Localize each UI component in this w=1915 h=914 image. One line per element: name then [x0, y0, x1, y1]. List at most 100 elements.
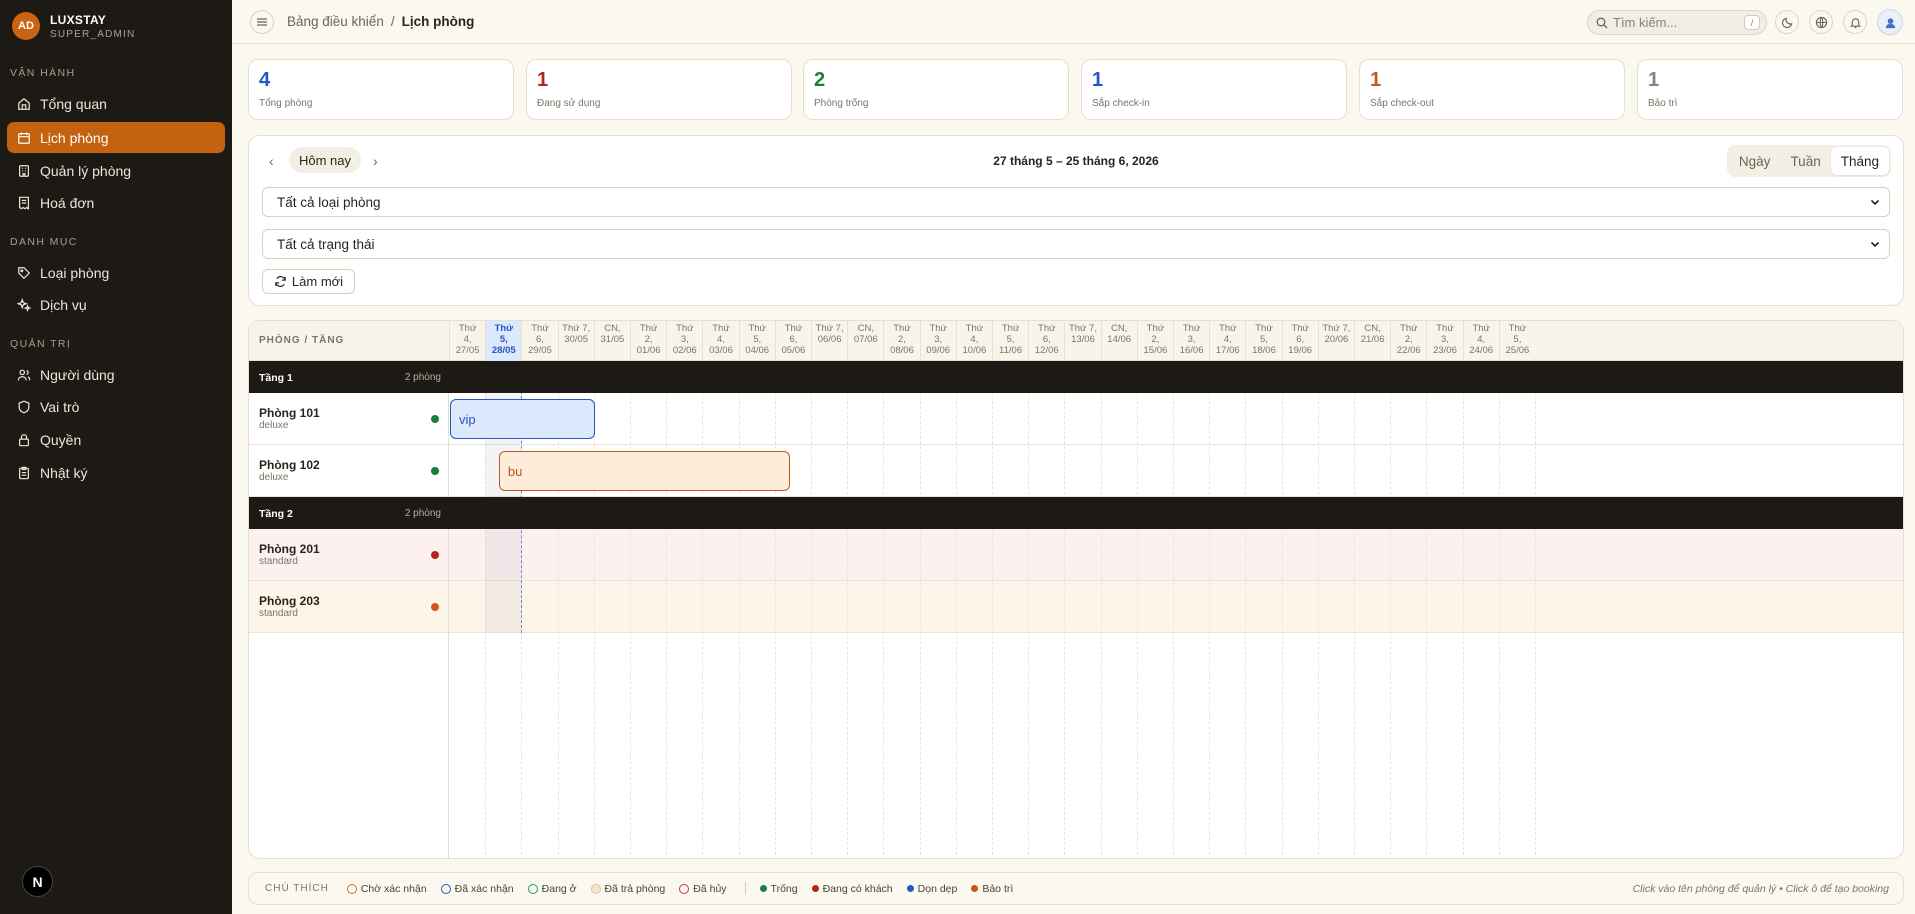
menu-toggle-button[interactable]	[250, 10, 274, 34]
sidebar-item-overview[interactable]: Tổng quan	[7, 88, 225, 119]
brand-role: SUPER_ADMIN	[50, 28, 136, 40]
search-placeholder: Tìm kiếm...	[1613, 15, 1678, 30]
day-gridline	[1462, 361, 1464, 858]
day-header-line: 28/05	[491, 345, 516, 356]
day-header: Thứ 2, 01/06	[630, 321, 666, 361]
refresh-icon	[275, 276, 286, 287]
room-type-select[interactable]: Tất cả loại phòng	[262, 187, 1890, 217]
legend-item: Đang ở	[527, 883, 577, 895]
day-header: Thứ 6, 05/06	[774, 321, 811, 361]
view-week-button[interactable]: Tuần	[1780, 147, 1830, 175]
room-row[interactable]: Phòng 203 standard	[249, 581, 448, 633]
room-name[interactable]: Phòng 201	[259, 542, 320, 556]
day-header-line: 31/05	[600, 334, 625, 345]
view-month-button[interactable]: Tháng	[1830, 147, 1889, 175]
user-avatar[interactable]	[1877, 9, 1903, 35]
legend-dot	[759, 885, 767, 892]
sidebar-item-logs[interactable]: Nhật ký	[7, 457, 225, 488]
day-header: Thứ 6, 19/06	[1281, 321, 1318, 361]
theme-toggle-button[interactable]	[1775, 10, 1799, 34]
day-header-line: 6,	[1296, 334, 1305, 345]
legend-ring	[590, 883, 601, 894]
day-header-line: Thứ 7,	[1322, 323, 1351, 334]
day-header-line: 4,	[1477, 334, 1486, 345]
stat-value: 4	[259, 69, 271, 91]
day-header-line: 24/06	[1469, 345, 1494, 356]
day-header: Thứ 5, 18/06	[1245, 321, 1281, 361]
avatar[interactable]: AD	[12, 12, 40, 40]
day-header-line: Thứ	[639, 323, 658, 334]
room-row[interactable]: Phòng 101 deluxe	[249, 393, 448, 445]
search-shortcut: /	[1744, 15, 1760, 30]
day-gridline	[1426, 361, 1428, 858]
day-header-line: Thứ 7,	[815, 323, 844, 334]
room-type: standard	[259, 608, 298, 619]
floor-name: Tầng 2	[259, 508, 293, 520]
sidebar-item-label: Tổng quan	[40, 95, 107, 112]
sidebar-item-permissions[interactable]: Quyền	[7, 424, 225, 455]
sidebar-item-calendar[interactable]: Lịch phòng	[7, 122, 225, 153]
stat-value: 1	[537, 69, 549, 91]
day-header: CN, 07/06	[847, 321, 883, 361]
calendar-icon	[18, 131, 30, 144]
floor-row: Tầng 2 2 phòng	[249, 497, 1903, 529]
refresh-button[interactable]: Làm mới	[262, 269, 355, 294]
sidebar-item-users[interactable]: Người dùng	[7, 359, 225, 390]
day-header: Thứ 4, 03/06	[702, 321, 738, 361]
day-header-line: Thứ	[965, 323, 984, 334]
stat-maintenance: 1 Bảo trì	[1637, 59, 1903, 120]
legend-label: Đã xác nhận	[454, 882, 514, 895]
breadcrumb-home[interactable]: Bảng điều khiển	[287, 14, 384, 29]
day-gridline	[738, 361, 740, 858]
view-day-button[interactable]: Ngày	[1729, 147, 1781, 175]
day-header-line: 30/05	[564, 334, 589, 345]
day-header: CN, 21/06	[1354, 321, 1390, 361]
stat-value: 2	[814, 69, 826, 91]
room-name[interactable]: Phòng 101	[259, 406, 320, 420]
room-name[interactable]: Phòng 102	[259, 458, 320, 472]
day-header-line: Thứ	[893, 323, 911, 334]
day-header-line: 07/06	[853, 334, 878, 345]
room-row[interactable]: Phòng 102 deluxe	[249, 445, 448, 497]
day-gridline	[811, 361, 812, 858]
day-header-line: CN,	[857, 323, 874, 334]
day-header-line: 17/06	[1215, 345, 1240, 356]
sidebar-item-label: Quản lý phòng	[40, 162, 132, 179]
bell-icon	[1849, 17, 1861, 28]
next-period-button[interactable]: ›	[373, 153, 378, 169]
brand: AD LUXSTAY SUPER_ADMIN	[12, 12, 135, 40]
status-select[interactable]: Tất cả trạng thái	[262, 229, 1890, 259]
room-type: standard	[259, 556, 298, 567]
sidebar-item-rooms[interactable]: Quản lý phòng	[7, 155, 225, 186]
day-gridline	[847, 361, 849, 858]
booking-bar[interactable]: bu	[498, 451, 791, 491]
notifications-button[interactable]	[1843, 10, 1867, 34]
receipt-icon	[19, 196, 29, 210]
section-title-admin: QUẢN TRỊ	[10, 338, 72, 350]
room-name[interactable]: Phòng 203	[259, 594, 320, 608]
sidebar-item-roles[interactable]: Vai trò	[7, 391, 225, 422]
prev-period-button[interactable]: ‹	[269, 153, 274, 169]
language-button[interactable]	[1809, 10, 1833, 34]
day-header: Thứ 4, 17/06	[1209, 321, 1245, 361]
sidebar-item-services[interactable]: Dịch vụ	[7, 289, 225, 320]
day-header-line: 5,	[499, 334, 508, 345]
day-header-line: Thứ	[676, 323, 694, 334]
day-gridline	[1028, 361, 1030, 858]
search-input[interactable]: Tìm kiếm... /	[1587, 10, 1767, 35]
framework-badge[interactable]: N	[22, 866, 53, 897]
day-header: Thứ 7, 06/06	[811, 321, 847, 361]
today-button[interactable]: Hôm nay	[289, 147, 361, 173]
day-gridline	[1209, 361, 1211, 858]
sidebar-item-invoices[interactable]: Hoá đơn	[7, 187, 225, 218]
view-switcher: Ngày Tuần Tháng	[1726, 145, 1891, 177]
booking-bar[interactable]: vip	[450, 399, 595, 439]
room-row[interactable]: Phòng 201 standard	[249, 529, 448, 581]
day-gridline	[666, 361, 668, 858]
sidebar-item-room-types[interactable]: Loại phòng	[7, 257, 225, 288]
day-gridline	[1354, 361, 1355, 858]
day-header-line: CN,	[604, 323, 621, 334]
legend-label: Đã trả phòng	[604, 882, 666, 895]
floor-name: Tầng 1	[259, 372, 293, 384]
day-header: Thứ 2, 08/06	[883, 321, 919, 361]
